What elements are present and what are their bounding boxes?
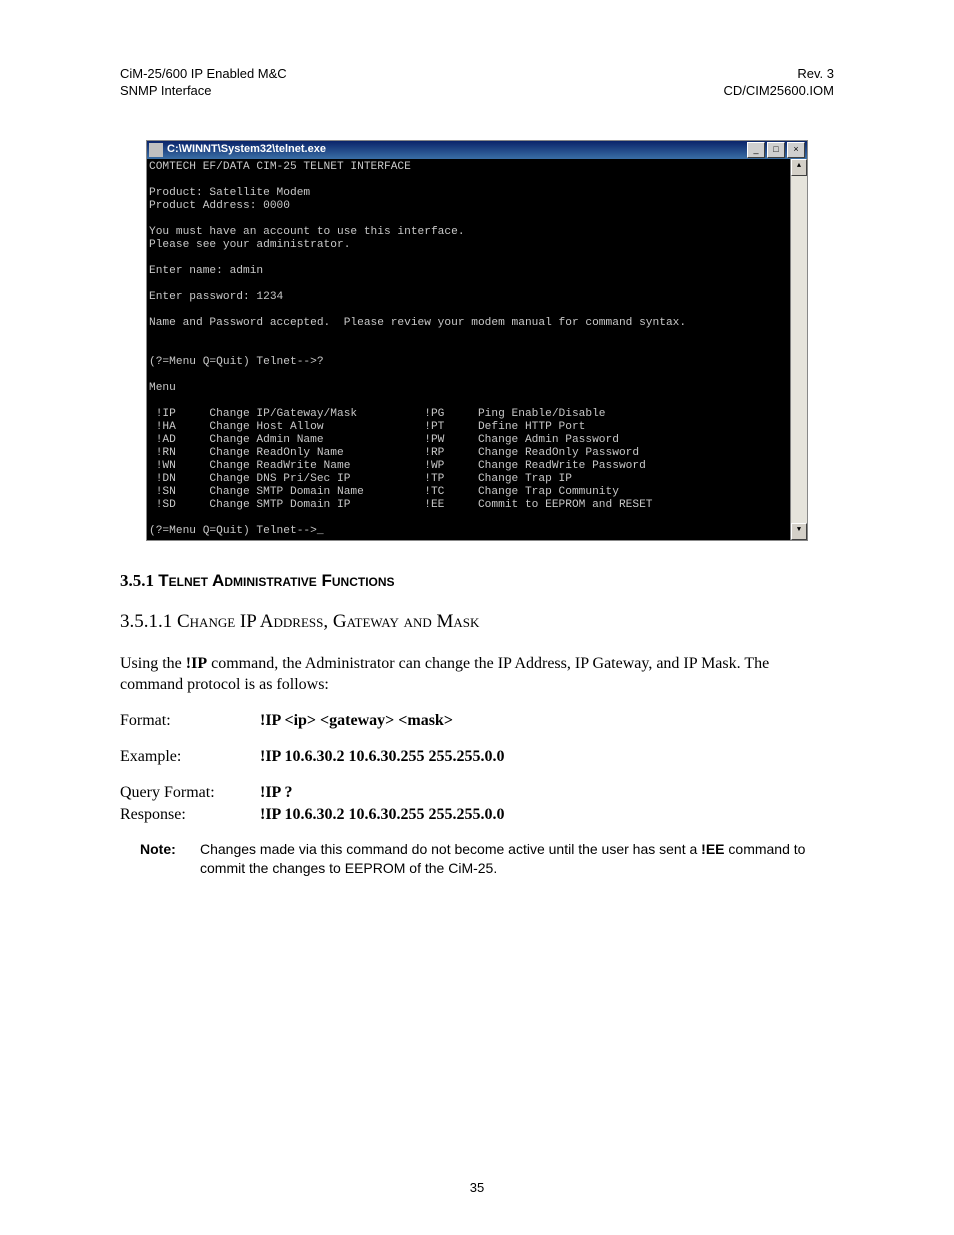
header-right: Rev. 3 CD/CIM25600.IOM <box>723 66 834 100</box>
telnet-icon <box>149 143 163 157</box>
scroll-track[interactable] <box>791 176 807 523</box>
term-line: Name and Password accepted. Please revie… <box>149 317 686 329</box>
term-line: !AD Change Admin Name !PW Change Admin P… <box>149 434 619 446</box>
response-label: Response: <box>120 804 260 826</box>
body-paragraph: Using the !IP command, the Administrator… <box>120 653 834 696</box>
window-title: C:\WINNT\System32\telnet.exe <box>167 143 326 156</box>
term-line: Product: Satellite Modem <box>149 187 310 199</box>
scroll-up-button[interactable]: ▲ <box>791 159 807 176</box>
scrollbar[interactable]: ▲ ▼ <box>790 159 807 540</box>
term-line: You must have an account to use this int… <box>149 226 465 238</box>
query-label: Query Format: <box>120 782 260 804</box>
term-line: !RN Change ReadOnly Name !RP Change Read… <box>149 447 639 459</box>
term-line: Menu <box>149 382 176 394</box>
note-block: Note: Changes made via this command do n… <box>140 840 824 878</box>
format-table: Format: !IP <ip> <gateway> <mask> <box>120 710 463 732</box>
heading-text: Telnet Administrative Functions <box>158 571 394 590</box>
terminal-output[interactable]: COMTECH EF/DATA CIM-25 TELNET INTERFACE … <box>147 159 790 540</box>
term-line: !WN Change ReadWrite Name !WP Change Rea… <box>149 460 646 472</box>
term-line: !IP Change IP/Gateway/Mask !PG Ping Enab… <box>149 408 606 420</box>
heading-3-5-1: 3.5.1 Telnet Administrative Functions <box>120 571 834 591</box>
heading-number: 3.5.1.1 <box>120 611 177 632</box>
term-line: !SD Change SMTP Domain IP !EE Commit to … <box>149 499 653 511</box>
command-ip: !IP <box>186 655 207 672</box>
term-line: Product Address: 0000 <box>149 200 290 212</box>
maximize-button[interactable]: □ <box>767 142 785 158</box>
heading-3-5-1-1: 3.5.1.1 Change IP Address, Gateway and M… <box>120 611 834 633</box>
format-label: Format: <box>120 710 260 732</box>
term-line: Enter password: 1234 <box>149 291 283 303</box>
heading-number: 3.5.1 <box>120 571 158 590</box>
header-product: CiM-25/600 IP Enabled M&C <box>120 66 287 83</box>
term-line: !HA Change Host Allow !PT Define HTTP Po… <box>149 421 585 433</box>
header-doc: CD/CIM25600.IOM <box>723 83 834 100</box>
heading-text: Change IP Address, Gateway and Mask <box>177 611 479 632</box>
term-line: !DN Change DNS Pri/Sec IP !TP Change Tra… <box>149 473 572 485</box>
window-titlebar: C:\WINNT\System32\telnet.exe _ □ × <box>147 141 807 159</box>
response-value: !IP 10.6.30.2 10.6.30.255 255.255.0.0 <box>260 804 514 826</box>
note-label: Note: <box>140 840 200 878</box>
example-table: Example: !IP 10.6.30.2 10.6.30.255 255.2… <box>120 746 514 768</box>
header-rev: Rev. 3 <box>723 66 834 83</box>
term-line: (?=Menu Q=Quit) Telnet-->_ <box>149 525 324 537</box>
text: Using the <box>120 655 186 672</box>
header-left: CiM-25/600 IP Enabled M&C SNMP Interface <box>120 66 287 100</box>
page-number: 35 <box>0 1180 954 1195</box>
format-value: !IP <ip> <gateway> <mask> <box>260 710 463 732</box>
header-section: SNMP Interface <box>120 83 287 100</box>
term-line: (?=Menu Q=Quit) Telnet-->? <box>149 356 324 368</box>
text: Changes made via this command do not bec… <box>200 841 701 857</box>
term-line: COMTECH EF/DATA CIM-25 TELNET INTERFACE <box>149 161 411 173</box>
example-value: !IP 10.6.30.2 10.6.30.255 255.255.0.0 <box>260 746 514 768</box>
close-button[interactable]: × <box>787 142 805 158</box>
page-header: CiM-25/600 IP Enabled M&C SNMP Interface… <box>120 66 834 100</box>
command-ee: !EE <box>701 841 724 857</box>
example-label: Example: <box>120 746 260 768</box>
term-line: Please see your administrator. <box>149 239 350 251</box>
query-value: !IP ? <box>260 782 514 804</box>
term-line: !SN Change SMTP Domain Name !TC Change T… <box>149 486 619 498</box>
text: command, the Administrator can change th… <box>120 655 769 694</box>
telnet-window: C:\WINNT\System32\telnet.exe _ □ × COMTE… <box>146 140 808 541</box>
scroll-down-button[interactable]: ▼ <box>791 523 807 540</box>
term-line: Enter name: admin <box>149 265 263 277</box>
note-text: Changes made via this command do not bec… <box>200 840 824 878</box>
minimize-button[interactable]: _ <box>747 142 765 158</box>
query-table: Query Format: !IP ? Response: !IP 10.6.3… <box>120 782 514 826</box>
